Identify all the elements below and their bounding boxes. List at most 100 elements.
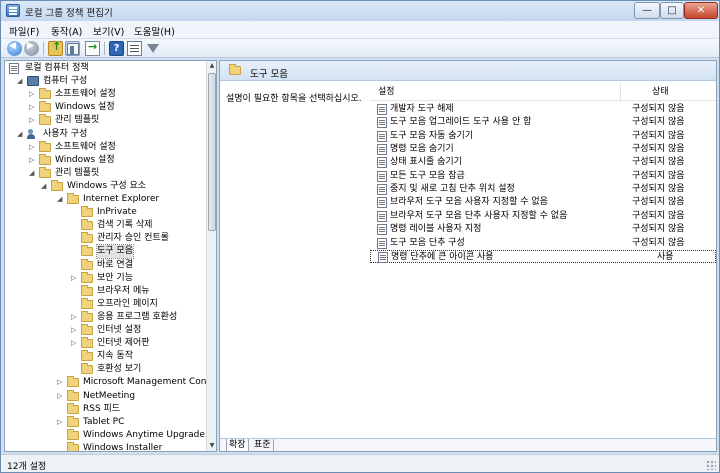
menu-bar: 파일(F) 동작(A) 보기(V) 도움말(H) — [1, 21, 719, 39]
setting-row[interactable]: 상태 표시줄 숨기기 구성되지 않음 — [370, 156, 716, 169]
collapsed-arrow-icon[interactable]: ▷ — [57, 376, 66, 389]
setting-state: 구성되지 않음 — [632, 184, 685, 195]
tree-scrollbar[interactable]: ▲ ▼ — [206, 61, 216, 451]
tree-item[interactable]: ◢ 사용자 구성 — [5, 128, 205, 141]
setting-row[interactable]: 브라우저 도구 모음 단추 사용자 지정할 수 없음 구성되지 않음 — [370, 210, 716, 223]
tree-item[interactable]: ◢ 컴퓨터 구성 — [5, 75, 205, 88]
close-button[interactable]: ✕ — [684, 2, 718, 19]
column-separator[interactable] — [620, 83, 621, 100]
tree-item-label: 지속 동작 — [97, 351, 133, 362]
column-header-setting[interactable]: 설정 — [378, 85, 395, 99]
tree-item-label: Windows 설정 — [55, 102, 115, 113]
collapsed-arrow-icon[interactable]: ▷ — [71, 311, 80, 324]
collapsed-arrow-icon[interactable]: ▷ — [29, 101, 38, 114]
scroll-up-arrow-icon[interactable]: ▲ — [207, 61, 216, 71]
tree-item[interactable]: RSS 피드 — [5, 402, 205, 416]
collapsed-arrow-icon[interactable]: ▷ — [71, 272, 80, 285]
collapsed-arrow-icon[interactable]: ▷ — [29, 114, 38, 127]
resize-grip[interactable] — [706, 460, 716, 470]
collapsed-arrow-icon[interactable]: ▷ — [29, 88, 38, 101]
tree-item[interactable]: ▷ 소프트웨어 설정 — [5, 88, 205, 101]
tab-standard[interactable]: 표준 — [252, 439, 274, 451]
tree-item[interactable]: 검색 기록 삭제 — [5, 219, 205, 232]
menu-file[interactable]: 파일(F) — [9, 24, 39, 38]
tree-item[interactable]: ▷ Windows 설정 — [5, 153, 205, 167]
expanded-arrow-icon[interactable]: ◢ — [57, 193, 66, 206]
tree-item[interactable]: ▷ 소프트웨어 설정 — [5, 140, 205, 154]
expanded-arrow-icon[interactable]: ◢ — [41, 180, 50, 193]
tree-item[interactable]: 브라우저 메뉴 — [5, 284, 205, 298]
setting-row[interactable]: 도구 모음 자동 숨기기 구성되지 않음 — [370, 130, 716, 143]
tree-item[interactable]: ▷ 인터넷 설정 — [5, 324, 205, 337]
setting-state: 구성되지 않음 — [632, 237, 685, 248]
forward-arrow-icon[interactable] — [24, 41, 39, 56]
expanded-arrow-icon[interactable]: ◢ — [17, 128, 26, 141]
filter-icon[interactable] — [147, 44, 159, 53]
tree-item-label: 관리 템플릿 — [55, 115, 100, 126]
setting-row[interactable]: 명령 레이블 사용자 지정 구성되지 않음 — [370, 223, 716, 236]
collapsed-arrow-icon[interactable]: ▷ — [57, 416, 66, 429]
menu-help[interactable]: 도움말(H) — [134, 24, 175, 38]
setting-row[interactable]: 명령 단추에 큰 아이콘 사용 사용 — [370, 249, 716, 263]
help-icon[interactable]: ? — [109, 41, 124, 56]
tree-item[interactable]: ▷ 응용 프로그램 호환성 — [5, 310, 205, 324]
tree-item[interactable]: Windows Anytime Upgrade — [5, 428, 205, 442]
setting-name: 도구 모음 자동 숨기기 — [390, 130, 474, 141]
properties-icon[interactable] — [127, 41, 142, 56]
maximize-button[interactable]: □ — [660, 2, 684, 19]
scroll-thumb[interactable] — [208, 73, 216, 231]
setting-row[interactable]: 도구 모음 업그레이드 도구 사용 안 함 구성되지 않음 — [370, 116, 716, 129]
tree-item[interactable]: ▷ Windows 설정 — [5, 101, 205, 114]
folder-icon — [81, 324, 93, 335]
setting-row[interactable]: 브라우저 도구 모음 사용자 지정할 수 없음 구성되지 않음 — [370, 196, 716, 209]
minimize-button[interactable]: — — [634, 2, 660, 19]
tree-item[interactable]: ▷ Tablet PC — [5, 415, 205, 429]
back-arrow-icon[interactable] — [7, 41, 22, 56]
tree-item[interactable]: ▷ 관리 템플릿 — [5, 114, 205, 127]
console-tree[interactable]: 로컬 컴퓨터 정책 ◢ 컴퓨터 구성 ▷ 소프트웨어 설정 ▷ Windows 설정 ▷ 관리 … — [4, 60, 217, 452]
setting-row[interactable]: 명령 모음 숨기기 구성되지 않음 — [370, 143, 716, 156]
setting-row[interactable]: 도구 모음 단추 구성 구성되지 않음 — [370, 237, 716, 250]
setting-state: 구성되지 않음 — [632, 104, 685, 114]
tree-item[interactable]: Windows Installer — [5, 441, 205, 451]
tree-item[interactable]: ◢ Internet Explorer — [5, 193, 205, 206]
collapsed-arrow-icon[interactable]: ▷ — [29, 154, 38, 167]
scroll-down-arrow-icon[interactable]: ▼ — [207, 441, 216, 451]
tree-item[interactable]: 관리자 승인 컨트롤 — [5, 232, 205, 245]
folder-icon — [67, 389, 79, 401]
collapsed-arrow-icon[interactable]: ▷ — [29, 141, 38, 154]
tree-item[interactable]: InPrivate — [5, 206, 205, 219]
tree-item[interactable]: ◢ Windows 구성 요소 — [5, 179, 205, 193]
tree-item[interactable]: ▷ 인터넷 제어판 — [5, 337, 205, 350]
tree-item[interactable]: 로컬 컴퓨터 정책 — [5, 62, 205, 75]
tree-item[interactable]: 지속 동작 — [5, 350, 205, 363]
tree-item[interactable]: ◢ 관리 템플릿 — [5, 166, 205, 180]
tree-item[interactable]: 도구 모음 — [5, 244, 205, 260]
collapsed-arrow-icon[interactable]: ▷ — [71, 324, 80, 337]
tree-item-label: 인터넷 설정 — [97, 325, 142, 335]
column-header-state[interactable]: 상태 — [652, 85, 669, 99]
tab-extended[interactable]: 확장 — [226, 439, 249, 451]
menu-action[interactable]: 동작(A) — [51, 24, 82, 38]
tree-item[interactable]: ▷ NetMeeting — [5, 389, 205, 403]
tree-item[interactable]: ▷ 보안 기능 — [5, 271, 205, 285]
expanded-arrow-icon[interactable]: ◢ — [29, 167, 38, 180]
tree-item[interactable]: 오프라인 페이지 — [5, 297, 205, 311]
tree-item-label: 관리자 승인 컨트롤 — [97, 233, 169, 244]
show-hide-tree-button[interactable] — [65, 41, 80, 56]
folder-icon — [81, 310, 93, 322]
export-list-icon[interactable] — [85, 40, 100, 56]
console-tree-icon — [67, 43, 79, 55]
expanded-arrow-icon[interactable]: ◢ — [17, 75, 26, 88]
tree-item[interactable]: ▷ Microsoft Management Console — [5, 376, 216, 389]
setting-row[interactable]: 개발자 도구 해제 구성되지 않음 — [370, 103, 716, 116]
menu-view[interactable]: 보기(V) — [93, 24, 124, 38]
tree-item[interactable]: 바로 연결 — [5, 258, 205, 272]
description-text: 설명이 필요한 항목을 선택하십시오. — [226, 94, 362, 104]
tree-item[interactable]: 호환성 보기 — [5, 363, 205, 376]
setting-row[interactable]: 모든 도구 모음 잠금 구성되지 않음 — [370, 170, 716, 183]
collapsed-arrow-icon[interactable]: ▷ — [71, 337, 80, 350]
folder-up-icon[interactable] — [48, 40, 63, 56]
setting-row[interactable]: 중지 및 새로 고침 단추 위치 설정 구성되지 않음 — [370, 183, 716, 196]
collapsed-arrow-icon[interactable]: ▷ — [57, 390, 66, 403]
